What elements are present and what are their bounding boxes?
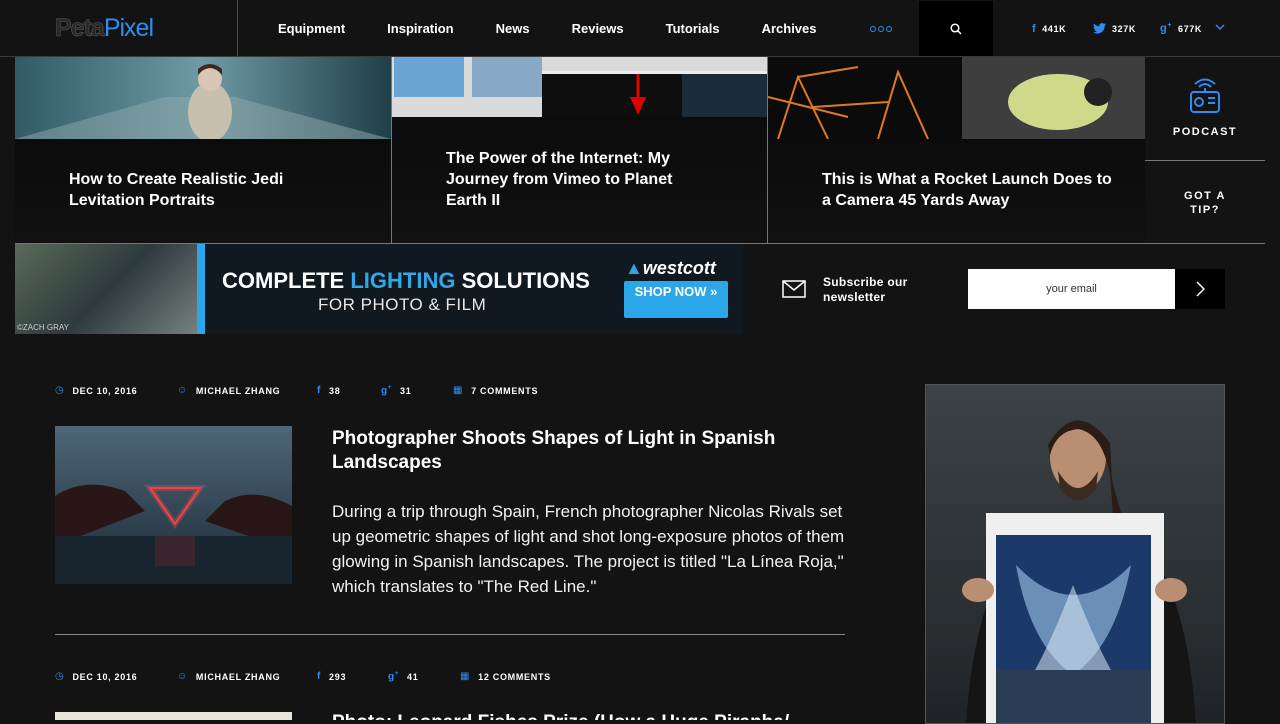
newsletter-email-input[interactable] (968, 269, 1175, 309)
chevron-down-icon[interactable] (1215, 24, 1225, 31)
googleplus-share-count: 31 (400, 385, 412, 396)
googleplus-icon: g+ (388, 671, 400, 683)
facebook-share[interactable]: f 38 (317, 385, 381, 396)
comments-count: 7 COMMENTS (471, 385, 539, 396)
nav-news[interactable]: News (496, 21, 530, 36)
user-icon: ☺ (177, 385, 188, 397)
article-author: MICHAEL ZHANG (195, 671, 281, 682)
ad-brand: ▲westcott (625, 258, 716, 278)
article-author-link[interactable]: ☺ MICHAEL ZHANG (177, 671, 317, 682)
comment-icon: ▦ (460, 671, 471, 683)
nav-archives[interactable]: Archives (762, 21, 817, 36)
twitter-count: 327K (1112, 23, 1136, 34)
podcast-link[interactable]: PODCAST (1145, 78, 1265, 138)
comments-link[interactable]: ▦ 7 COMMENTS (453, 385, 538, 396)
featured-card[interactable]: This is What a Rocket Launch Does to a C… (768, 57, 1145, 243)
logo-peta: Peta (55, 14, 105, 43)
user-icon: ☺ (177, 671, 188, 683)
ad-subheadline: FOR PHOTO & FILM (318, 295, 487, 314)
site-header: PetaPixel Equipment Inspiration News Rev… (0, 0, 1280, 57)
article-author: MICHAEL ZHANG (195, 385, 281, 396)
more-dots-icon[interactable] (870, 26, 892, 32)
googleplus-share-count: 41 (407, 671, 419, 682)
got-a-tip-link[interactable]: GOT A TIP? (1145, 189, 1265, 217)
newsletter-submit-button[interactable] (1175, 269, 1225, 309)
comments-link[interactable]: ▦ 12 COMMENTS (460, 671, 551, 682)
article-author-link[interactable]: ☺ MICHAEL ZHANG (177, 385, 317, 396)
facebook-share-count: 38 (329, 385, 341, 396)
main-nav: Equipment Inspiration News Reviews Tutor… (257, 0, 838, 57)
googleplus-count: 677K (1178, 23, 1202, 34)
facebook-share[interactable]: f 293 (317, 671, 388, 682)
podcast-label: PODCAST (1172, 126, 1238, 138)
facebook-share-count: 293 (329, 671, 347, 682)
featured-thumbnail (392, 57, 767, 117)
featured-strip: How to Create Realistic Jedi Levitation … (15, 57, 1145, 243)
site-logo[interactable]: PetaPixel (55, 14, 154, 43)
facebook-follow[interactable]: f 441K (1032, 0, 1066, 57)
featured-title: This is What a Rocket Launch Does to a C… (822, 171, 1112, 209)
googleplus-icon: g+ (1160, 22, 1173, 35)
featured-title: How to Create Realistic Jedi Levitation … (69, 171, 284, 209)
article-meta: ◷ DEC 10, 2016 ☺ MICHAEL ZHANG f 293 g+ 41 ▦… (55, 671, 551, 682)
comments-count: 12 COMMENTS (478, 671, 551, 682)
nav-inspiration[interactable]: Inspiration (387, 21, 453, 36)
nav-reviews[interactable]: Reviews (572, 21, 624, 36)
googleplus-share[interactable]: g+ 31 (381, 385, 453, 396)
nav-equipment[interactable]: Equipment (278, 21, 345, 36)
googleplus-follow[interactable]: g+ 677K (1160, 0, 1202, 57)
ad-shop-now-button[interactable]: SHOP NOW » (624, 281, 728, 318)
article-thumbnail[interactable] (55, 712, 292, 720)
featured-card[interactable]: The Power of the Internet: My Journey fr… (392, 57, 767, 243)
featured-thumbnail (15, 57, 391, 139)
article-date: DEC 10, 2016 (72, 671, 138, 682)
search-icon (950, 22, 962, 35)
article-excerpt: During a trip through Spain, French phot… (332, 502, 845, 596)
article-date: DEC 10, 2016 (72, 385, 138, 396)
facebook-icon: f (317, 385, 322, 397)
clock-icon: ◷ (55, 671, 65, 683)
article-title[interactable]: Photographer Shoots Shapes of Light in S… (332, 427, 832, 475)
nav-tutorials[interactable]: Tutorials (666, 21, 720, 36)
westcott-banner-ad[interactable]: COMPLETE LIGHTING SOLUTIONS FOR PHOTO & … (15, 244, 743, 334)
logo-pixel: Pixel (103, 14, 154, 42)
article-thumbnail[interactable] (55, 426, 292, 584)
article-meta: ◷ DEC 10, 2016 ☺ MICHAEL ZHANG f 38 g+ 31 ▦ 7… (55, 385, 538, 396)
featured-thumbnail (768, 57, 1145, 139)
googleplus-icon: g+ (381, 385, 393, 397)
ad-headline: COMPLETE LIGHTING SOLUTIONS (222, 268, 590, 293)
facebook-icon: f (317, 671, 322, 683)
ad-credit: ©ZACH GRAY (17, 323, 69, 332)
newsletter-label: Subscribe our newsletter (823, 275, 908, 304)
featured-title: The Power of the Internet: My Journey fr… (446, 150, 673, 209)
podcast-icon (1190, 78, 1220, 113)
featured-card[interactable]: How to Create Realistic Jedi Levitation … (15, 57, 391, 243)
article-image (55, 426, 292, 584)
sidebar-ad-image (962, 420, 1196, 723)
clock-icon: ◷ (55, 385, 65, 397)
article-title[interactable]: Photo: Leopard Fishes Prize (How a Huge … (332, 711, 832, 720)
twitter-icon (1093, 23, 1106, 34)
sidebar-ad[interactable] (925, 384, 1225, 724)
googleplus-share[interactable]: g+ 41 (388, 671, 460, 682)
comment-icon: ▦ (453, 385, 464, 397)
envelope-icon (782, 280, 806, 298)
chevron-right-icon (1196, 281, 1205, 297)
facebook-icon: f (1032, 22, 1037, 35)
facebook-count: 441K (1042, 23, 1067, 34)
ad-photo (15, 244, 205, 334)
header-divider (237, 0, 238, 56)
search-button[interactable] (919, 1, 993, 56)
twitter-follow[interactable]: 327K (1093, 0, 1136, 57)
